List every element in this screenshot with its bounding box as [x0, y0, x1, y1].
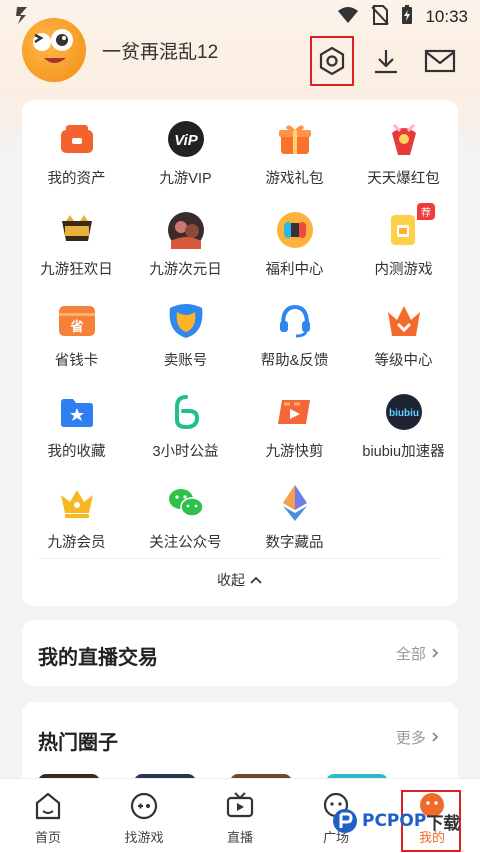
video-clip-icon	[276, 393, 314, 431]
grid-item-label: 游戏礼包	[265, 171, 324, 187]
settings-button[interactable]	[310, 36, 354, 86]
savings-card-icon: 省	[58, 302, 96, 340]
grid-item-label: 数字藏品	[265, 535, 324, 551]
grid-item-assets[interactable]: 我的资产	[22, 120, 131, 211]
red-envelope-icon	[385, 120, 423, 158]
grid-item-label: 九游狂欢日	[40, 262, 113, 278]
carnival-icon	[58, 211, 96, 249]
live-trade-title: 我的直播交易	[38, 647, 158, 669]
grid-item-label: 省钱卡	[54, 353, 99, 369]
hot-circles-more-label: 更多	[395, 730, 426, 747]
grid-item-label: 3小时公益	[152, 444, 219, 460]
ethereum-icon	[276, 484, 314, 522]
grid-item-vip[interactable]: ViP 九游VIP	[131, 120, 240, 211]
tab-find-games[interactable]: 找游戏	[96, 779, 192, 853]
header-actions	[310, 36, 462, 86]
grid-item-label: 帮助&反馈	[260, 353, 329, 369]
grid-item-label: biubiu加速器	[362, 444, 445, 460]
quick-menu-grid: 我的资产 ViP 九游VIP 游戏礼包 天天爆红包 九游狂欢日 九游次元日 福利…	[22, 120, 458, 575]
grid-item-charity[interactable]: 3小时公益	[131, 393, 240, 484]
gamepad-icon	[130, 792, 158, 820]
charity-icon	[167, 393, 205, 431]
avatar[interactable]	[22, 18, 86, 82]
grid-item-label: 卖账号	[163, 353, 208, 369]
grid-item-follow-account[interactable]: 关注公众号	[131, 484, 240, 575]
chevron-right-icon	[430, 646, 440, 663]
grid-item-label: 九游会员	[47, 535, 106, 551]
chevron-up-icon	[249, 572, 263, 588]
settings-hexagon-icon	[319, 46, 345, 76]
grid-item-help-feedback[interactable]: 帮助&反馈	[240, 302, 349, 393]
level-crown-icon	[385, 302, 423, 340]
sell-account-icon	[167, 302, 205, 340]
watermark-text-a: PCPOP	[362, 811, 427, 831]
anime-icon	[167, 211, 205, 249]
favorites-folder-icon	[58, 393, 96, 431]
download-button[interactable]	[364, 36, 408, 86]
grid-item-label: 九游快剪	[265, 444, 324, 460]
grid-item-label: 天天爆红包	[367, 171, 440, 187]
grid-item-biubiu[interactable]: biubiu biubiu加速器	[349, 393, 458, 484]
home-icon	[35, 792, 61, 820]
member-crown-icon	[58, 484, 96, 522]
grid-item-anime[interactable]: 九游次元日	[131, 211, 240, 302]
download-icon	[375, 50, 397, 74]
hot-circles-title: 热门圈子	[38, 732, 118, 754]
svg-text:biubiu: biubiu	[389, 408, 419, 419]
grid-item-label: 关注公众号	[149, 535, 222, 551]
grid-item-quick-clip[interactable]: 九游快剪	[240, 393, 349, 484]
grid-item-savings-card[interactable]: 省 省钱卡	[22, 302, 131, 393]
svg-text:省: 省	[69, 319, 83, 335]
tab-live[interactable]: 直播	[192, 779, 288, 853]
grid-item-label: 我的收藏	[47, 444, 106, 460]
grid-item-label: 我的资产	[47, 171, 106, 187]
grid-divider	[38, 558, 442, 559]
grid-item-welfare[interactable]: 福利中心	[240, 211, 349, 302]
collapse-button[interactable]: 收起	[22, 570, 458, 590]
grid-item-digital-collectibles[interactable]: 数字藏品	[240, 484, 349, 575]
grid-item-label: 等级中心	[374, 353, 433, 369]
mail-icon	[424, 49, 456, 73]
grid-item-red-envelope[interactable]: 天天爆红包	[349, 120, 458, 211]
messages-button[interactable]	[418, 36, 462, 86]
headset-icon	[276, 302, 314, 340]
wechat-icon	[167, 484, 205, 522]
tv-icon	[226, 792, 254, 818]
grid-item-label: 九游VIP	[159, 171, 212, 187]
grid-item-carnival[interactable]: 九游狂欢日	[22, 211, 131, 302]
grid-item-label: 福利中心	[265, 262, 324, 278]
grid-item-label: 内测游戏	[374, 262, 433, 278]
hot-circles-more-link[interactable]: 更多	[396, 727, 440, 748]
live-trade-card[interactable]: 我的直播交易 全部	[22, 620, 458, 686]
collapse-label: 收起	[217, 572, 246, 588]
username[interactable]: 一贫再混乱12	[102, 37, 218, 64]
tab-label: 找游戏	[124, 830, 164, 845]
grid-item-label: 九游次元日	[149, 262, 222, 278]
tab-label: 首页	[34, 830, 61, 845]
recommend-badge: 荐	[417, 203, 435, 220]
watermark-logo-icon	[333, 809, 357, 833]
watermark-text-b: 下载	[426, 813, 461, 834]
grid-item-gift[interactable]: 游戏礼包	[240, 120, 349, 211]
wallet-icon	[58, 120, 96, 158]
grid-item-level-center[interactable]: 等级中心	[349, 302, 458, 393]
grid-item-sell-account[interactable]: 卖账号	[131, 302, 240, 393]
grid-item-member[interactable]: 九游会员	[22, 484, 131, 575]
switch-console-icon	[276, 211, 314, 249]
watermark: PCPOP 下载	[332, 808, 460, 834]
accelerator-icon: biubiu	[385, 393, 423, 431]
grid-item-beta-games[interactable]: 荐 内测游戏	[349, 203, 458, 302]
live-trade-all-link[interactable]: 全部	[396, 643, 440, 664]
vip-icon: ViP	[167, 120, 205, 158]
quick-menu-card: 我的资产 ViP 九游VIP 游戏礼包 天天爆红包 九游狂欢日 九游次元日 福利…	[22, 100, 458, 606]
chevron-right-icon	[430, 730, 440, 747]
grid-item-favorites[interactable]: 我的收藏	[22, 393, 131, 484]
tab-label: 直播	[226, 830, 253, 845]
gift-icon	[276, 120, 314, 158]
live-trade-all-label: 全部	[395, 646, 426, 663]
tab-home[interactable]: 首页	[0, 779, 96, 853]
svg-text:ViP: ViP	[174, 132, 199, 149]
